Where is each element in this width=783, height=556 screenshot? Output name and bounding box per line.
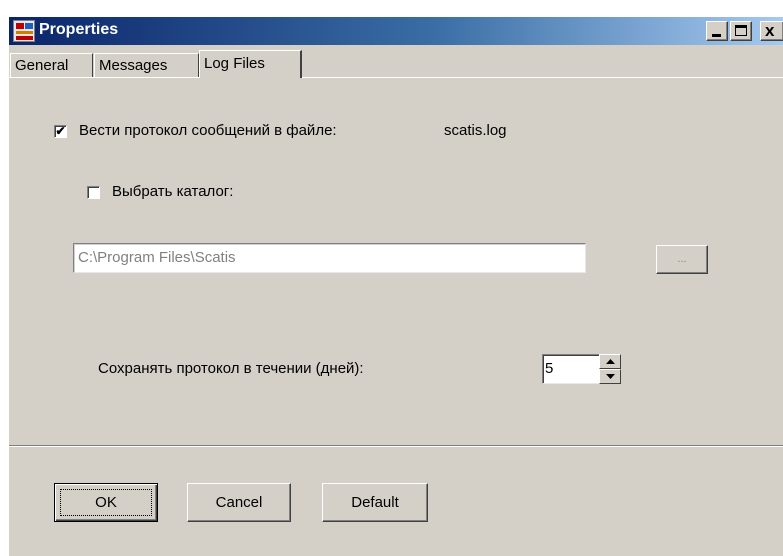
- tab-messages[interactable]: Messages: [94, 53, 199, 77]
- close-button[interactable]: x: [760, 21, 783, 41]
- arrow-up-icon: [606, 359, 615, 364]
- arrow-down-icon: [606, 374, 615, 379]
- log-filename: scatis.log: [444, 122, 507, 139]
- default-button[interactable]: Default: [322, 483, 428, 522]
- ok-button[interactable]: OK: [54, 483, 158, 522]
- enable-log-label: Вести протокол сообщений в файле:: [79, 122, 337, 139]
- title-bar[interactable]: Properties x: [9, 17, 783, 45]
- spin-down-button[interactable]: [599, 369, 621, 384]
- keep-days-field[interactable]: 5: [542, 354, 600, 384]
- choose-dir-label: Выбрать каталог:: [112, 183, 234, 200]
- enable-log-checkbox[interactable]: ✔: [54, 125, 67, 138]
- footer-separator: [9, 445, 783, 447]
- close-icon: x: [765, 21, 775, 40]
- browse-button[interactable]: ...: [656, 245, 708, 274]
- directory-path-field[interactable]: C:\Program Files\Scatis: [73, 243, 586, 273]
- tab-log-files[interactable]: Log Files: [199, 50, 302, 78]
- cancel-button[interactable]: Cancel: [187, 483, 291, 522]
- window-title: Properties: [39, 21, 119, 38]
- tab-general[interactable]: General: [10, 53, 93, 77]
- checkmark-icon: ✔: [55, 124, 66, 138]
- minimize-icon: [712, 34, 721, 37]
- minimize-button[interactable]: [706, 21, 728, 41]
- keep-days-label: Сохранять протокол в течении (дней):: [98, 360, 364, 377]
- maximize-button[interactable]: [730, 21, 752, 41]
- ok-label: OK: [95, 494, 117, 511]
- spin-up-button[interactable]: [599, 354, 621, 369]
- tab-strip: General Messages Log Files: [9, 47, 783, 78]
- properties-window: Properties x General Messages Log Files …: [8, 16, 783, 556]
- log-files-panel: ✔ Вести протокол сообщений в файле: scat…: [9, 77, 783, 448]
- maximize-icon: [735, 25, 747, 36]
- app-icon: [13, 20, 35, 42]
- choose-dir-checkbox[interactable]: [87, 186, 100, 199]
